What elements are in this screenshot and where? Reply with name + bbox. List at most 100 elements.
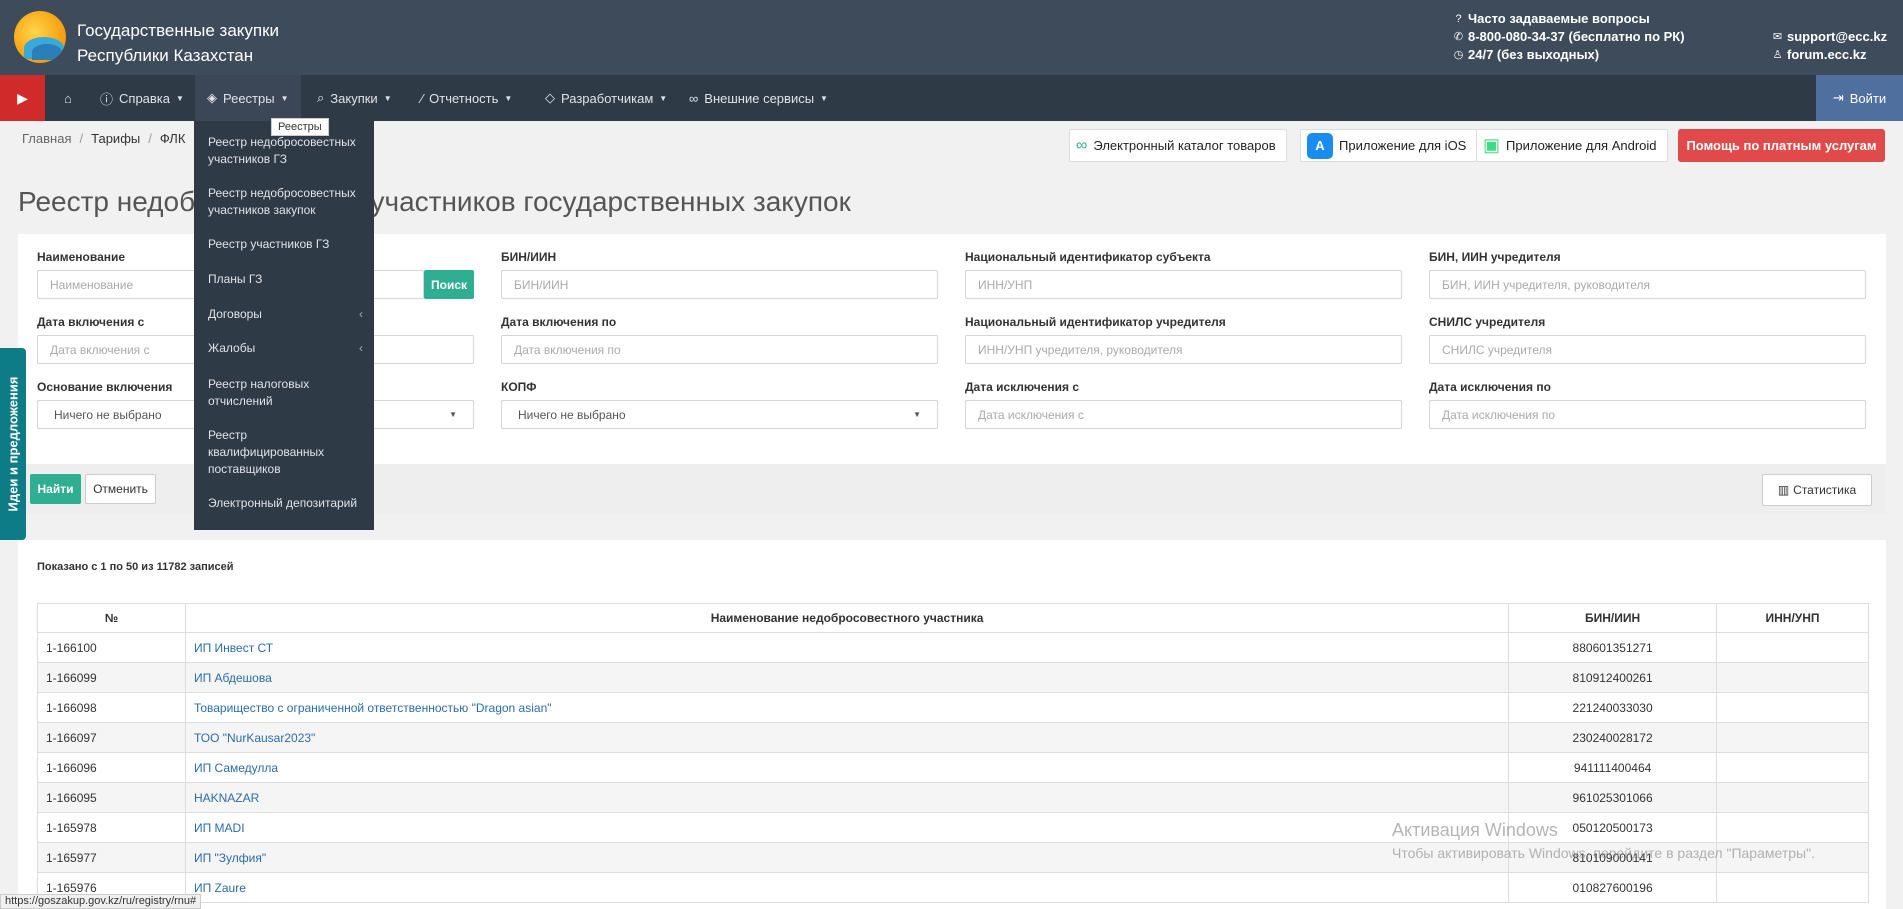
nat-id-label: Национальный идентификатор субъекта (965, 250, 1211, 264)
participant-link[interactable]: ИП Инвест СТ (184, 632, 1510, 663)
dropdown-item-participants[interactable]: Реестр участников ГЗ (208, 236, 363, 253)
table-row: 1-166099 ИП Абдешова 810912400261 (37, 662, 1869, 693)
registries-dropdown: Реестр недобросовестных участников ГЗ Ре… (194, 121, 374, 530)
chevron-left-icon: ‹ (359, 307, 363, 321)
table-header-row: № Наименование недобросовестного участни… (37, 603, 1869, 633)
registries-tooltip: Реестры (271, 118, 329, 136)
caret-down-icon: ▼ (280, 93, 289, 103)
nav-registries[interactable]: ◈ Реестры ▼ (195, 75, 301, 121)
col-name[interactable]: Наименование недобросовестного участника (184, 603, 1510, 633)
cancel-button[interactable]: Отменить (85, 474, 156, 504)
founder-bin-label: БИН, ИИН учредителя (1429, 250, 1561, 264)
search-icon: ⌕ (317, 90, 325, 105)
bin-input[interactable]: БИН/ИИН (501, 270, 938, 299)
user-icon: ♙ (1772, 48, 1783, 61)
nat-id-input[interactable]: ИНН/УНП (965, 270, 1402, 299)
dropdown-item-contracts[interactable]: Договоры ‹ (208, 306, 363, 323)
date-from-label: Дата включения с (37, 315, 145, 329)
founder-bin-input[interactable]: БИН, ИИН учредителя, руководителя (1429, 270, 1866, 299)
question-icon: ? (1455, 12, 1462, 25)
nav-external[interactable]: ∞ Внешние сервисы ▼ (677, 75, 840, 121)
participant-link[interactable]: ИП MADI (184, 812, 1510, 843)
dropdown-item-rnu-purchases[interactable]: Реестр недобросовестных участников закуп… (208, 185, 363, 219)
dropdown-item-plans[interactable]: Планы ГЗ (208, 271, 363, 288)
site-title-line2: Республики Казахстан (77, 46, 254, 65)
nav-help[interactable]: ⓘ Справка ▼ (88, 75, 196, 121)
header-support: ✉ support@ecc.kz ♙ forum.ecc.kz (1771, 28, 1888, 64)
sign-in-icon: ⇥ (1832, 90, 1844, 105)
dropdown-item-tax[interactable]: Реестр налоговых отчислений (208, 376, 328, 410)
site-logo[interactable] (14, 11, 66, 63)
hours-text: ◷ 24/7 (без выходных) (1453, 47, 1600, 62)
snils-label: СНИЛС учредителя (1429, 315, 1546, 329)
nav-reports[interactable]: ⁄ Отчетность ▼ (409, 75, 524, 121)
windows-activation-text: Чтобы активировать Windows, перейдите в … (1392, 845, 1815, 861)
table-row: 1-165976 ИП Zaure 010827600196 (37, 872, 1869, 903)
ios-app-button[interactable]: A Приложение для iOS (1300, 129, 1478, 162)
home-nav[interactable]: ⌂ (52, 75, 84, 121)
windows-activation-title: Активация Windows (1392, 820, 1558, 840)
nav-developers[interactable]: ◇ Разработчикам ▼ (533, 75, 679, 121)
caret-down-icon: ▼ (176, 93, 184, 103)
kopf-label: КОПФ (501, 380, 537, 394)
forum-link[interactable]: ♙ forum.ecc.kz (1771, 46, 1887, 64)
paid-services-help-button[interactable]: Помощь по платным услугам (1678, 129, 1885, 162)
clock-icon: ◷ (1453, 48, 1464, 61)
email-link[interactable]: ✉ support@ecc.kz (1771, 28, 1887, 46)
excl-to-input[interactable]: Дата исключения по (1429, 400, 1866, 429)
table-row: 1-166096 ИП Самедулла 941111400464 (37, 752, 1869, 783)
login-button[interactable]: ⇥ Войти (1816, 75, 1903, 121)
caret-down-icon: ▼ (659, 93, 668, 103)
android-app-button[interactable]: ▣ Приложение для Android (1476, 129, 1668, 162)
founder-nat-id-label: Национальный идентификатор учредителя (965, 315, 1226, 329)
bar-chart-icon: ▥ (1777, 483, 1790, 497)
basis-label: Основание включения (37, 380, 173, 394)
nav-purchases[interactable]: ⌕ Закупки ▼ (305, 75, 404, 121)
faq-link[interactable]: ? Часто задаваемые вопросы (1452, 10, 1685, 28)
dropdown-item-complaints[interactable]: Жалобы ‹ (208, 340, 363, 357)
dropdown-item-qualified[interactable]: Реестр квалифицированных поставщиков (208, 427, 328, 478)
catalog-button[interactable]: ∞ Электронный каталог товаров (1069, 129, 1287, 162)
breadcrumb-flk[interactable]: ФЛК (160, 131, 186, 146)
breadcrumb-tariffs[interactable]: Тарифы (91, 131, 140, 146)
participant-link[interactable]: Товарищество с ограниченной ответственно… (184, 692, 1510, 723)
question-circle-icon: ⓘ (100, 91, 114, 107)
chart-line-icon: ⁄ (421, 90, 424, 106)
participant-link[interactable]: ИП "Зулфия" (184, 842, 1510, 873)
table-row: 1-165978 ИП MADI 050120500173 (37, 812, 1869, 843)
snils-input[interactable]: СНИЛС учредителя (1429, 335, 1866, 364)
participant-link[interactable]: ТОО "NurKausar2023" (184, 722, 1510, 753)
breadcrumb-home[interactable]: Главная (22, 131, 71, 146)
ideas-side-tab[interactable]: Идеи и предложения (0, 348, 26, 540)
kopf-select[interactable]: Ничего не выбрано ▼ (501, 400, 938, 429)
caret-down-icon: ▼ (820, 93, 828, 103)
catalog-icon: ∞ (1076, 136, 1088, 154)
caret-down-icon: ▼ (913, 410, 921, 419)
col-number[interactable]: № (37, 603, 186, 633)
breadcrumb: Главная / Тарифы / ФЛК (22, 131, 186, 146)
youtube-button[interactable]: ▶ (0, 75, 45, 121)
statistics-button[interactable]: ▥ Статистика (1762, 474, 1872, 506)
name-search-button[interactable]: Поиск (424, 270, 474, 299)
founder-nat-id-input[interactable]: ИНН/УНП учредителя, руководителя (965, 335, 1402, 364)
site-title[interactable]: Государственные закупки Республики Казах… (77, 18, 279, 68)
find-button[interactable]: Найти (30, 474, 81, 504)
participant-link[interactable]: HAKNAZAR (184, 782, 1510, 813)
results-info: Показано с 1 по 50 из 11782 записей (37, 561, 234, 573)
app-store-icon: A (1307, 132, 1333, 159)
site-header: Государственные закупки Республики Казах… (0, 0, 1903, 75)
caret-down-icon: ▼ (383, 93, 392, 103)
chevron-left-icon: ‹ (359, 341, 363, 355)
status-url: https://goszakup.gov.kz/ru/registry/rnu# (0, 894, 202, 909)
participant-link[interactable]: ИП Абдешова (184, 662, 1510, 693)
col-inn[interactable]: ИНН/УНП (1716, 603, 1869, 633)
col-bin[interactable]: БИН/ИИН (1508, 603, 1718, 633)
dropdown-item-rnu-gz[interactable]: Реестр недобросовестных участников ГЗ (208, 134, 363, 168)
phone-link[interactable]: ✆ 8-800-080-34-37 (бесплатно по РК) (1452, 28, 1685, 46)
participant-link[interactable]: ИП Самедулла (184, 752, 1510, 783)
table-row: 1-166100 ИП Инвест СТ 880601351271 (37, 632, 1869, 663)
dropdown-item-depository[interactable]: Электронный депозитарий (208, 495, 363, 512)
participant-link[interactable]: ИП Zaure (184, 872, 1510, 903)
date-to-input[interactable]: Дата включения по (501, 335, 938, 364)
excl-from-input[interactable]: Дата исключения с (965, 400, 1402, 429)
